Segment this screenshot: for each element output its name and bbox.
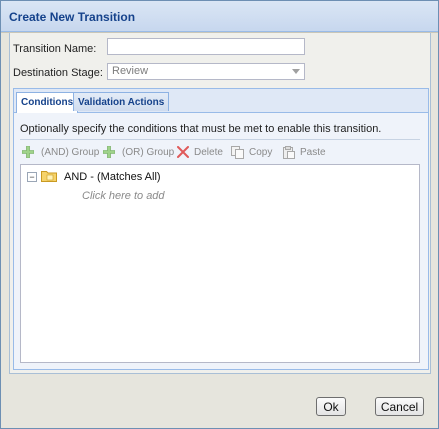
- tab-validation-actions[interactable]: Validation Actions: [73, 92, 170, 111]
- dialog-title: Create New Transition: [9, 10, 136, 24]
- conditions-hint: Optionally specify the conditions that m…: [20, 123, 382, 135]
- collapse-icon[interactable]: −: [27, 172, 37, 182]
- add-icon: [103, 146, 115, 158]
- dialog-body: Transition Name: Destination Stage: Revi…: [1, 32, 438, 428]
- paste-label: Paste: [300, 146, 326, 158]
- click-here-to-add[interactable]: Click here to add: [82, 190, 165, 202]
- add-or-group-button[interactable]: (OR) Group: [103, 144, 174, 160]
- conditions-tree[interactable]: − AND - (Matches All) Click here to add: [20, 164, 420, 363]
- delete-icon: [177, 146, 189, 158]
- form-panel: Transition Name: Destination Stage: Revi…: [9, 33, 431, 374]
- destination-stage-value: Review: [112, 65, 149, 77]
- chevron-down-icon[interactable]: [287, 64, 304, 79]
- tab-conditions[interactable]: Conditions: [16, 92, 79, 113]
- tab-strip: Conditions Validation Actions: [14, 89, 428, 113]
- delete-button[interactable]: Delete: [177, 144, 223, 160]
- tree-root-label: AND - (Matches All): [64, 171, 161, 183]
- transition-name-input[interactable]: [107, 38, 305, 55]
- copy-icon: [231, 145, 244, 159]
- conditions-toolbar: (AND) Group (OR) Group Delete Copy Paste: [20, 139, 420, 162]
- and-group-label: (AND) Group: [41, 146, 100, 158]
- delete-label: Delete: [194, 146, 223, 158]
- destination-stage-label: Destination Stage:: [13, 67, 103, 79]
- tree-root-node[interactable]: − AND - (Matches All): [27, 169, 161, 185]
- folder-icon: [41, 169, 57, 185]
- copy-label: Copy: [249, 146, 273, 158]
- or-group-label: (OR) Group: [122, 146, 175, 158]
- paste-icon: [282, 145, 295, 159]
- add-icon: [22, 146, 34, 158]
- destination-stage-select[interactable]: Review: [107, 63, 305, 80]
- paste-button[interactable]: Paste: [282, 144, 326, 160]
- transition-name-label: Transition Name:: [13, 43, 97, 55]
- ok-button[interactable]: Ok: [316, 397, 346, 416]
- add-and-group-button[interactable]: (AND) Group: [22, 144, 99, 160]
- copy-button[interactable]: Copy: [231, 144, 272, 160]
- conditions-tab-body: Optionally specify the conditions that m…: [14, 113, 428, 369]
- create-transition-dialog: Create New Transition Transition Name: D…: [0, 0, 439, 429]
- cancel-button[interactable]: Cancel: [375, 397, 424, 416]
- conditions-tabpanel: Conditions Validation Actions Optionally…: [13, 88, 429, 370]
- dialog-titlebar[interactable]: Create New Transition: [1, 1, 438, 32]
